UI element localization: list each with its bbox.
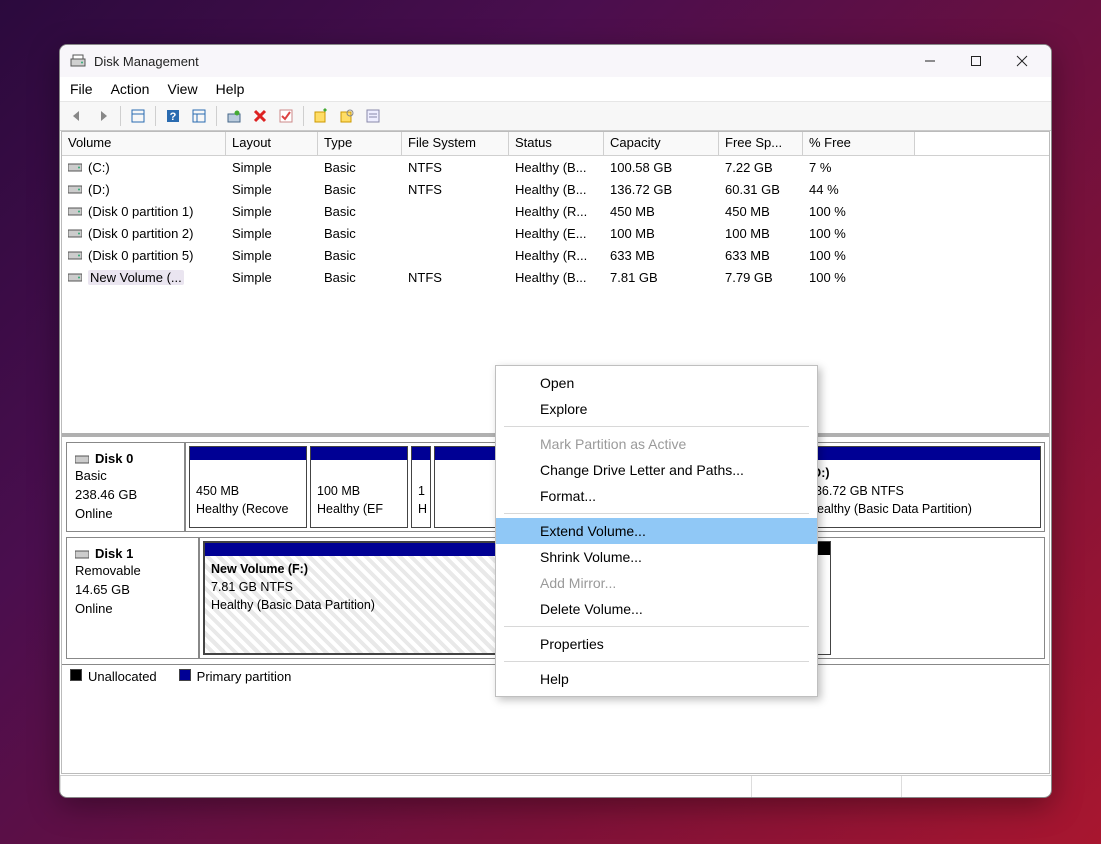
ctx-mark-active: Mark Partition as Active [496, 431, 817, 457]
minimize-button[interactable] [907, 46, 953, 76]
table-row[interactable]: (D:)SimpleBasicNTFSHealthy (B...136.72 G… [62, 178, 1049, 200]
col-capacity[interactable]: Capacity [604, 132, 719, 155]
table-row[interactable]: (Disk 0 partition 2)SimpleBasicHealthy (… [62, 222, 1049, 244]
key-icon[interactable] [336, 105, 358, 127]
col-type[interactable]: Type [318, 132, 402, 155]
close-button[interactable] [999, 46, 1045, 76]
disk0-head[interactable]: Disk 0 Basic 238.46 GB Online [67, 443, 186, 531]
disk0-partition[interactable]: 100 MBHealthy (EF [310, 446, 408, 528]
delete-icon[interactable] [249, 105, 271, 127]
properties-icon[interactable] [362, 105, 384, 127]
disk1-type: Removable [75, 561, 190, 580]
app-icon [70, 53, 86, 69]
context-menu: Open Explore Mark Partition as Active Ch… [495, 365, 818, 697]
col-pctfree[interactable]: % Free [803, 132, 915, 155]
menu-help[interactable]: Help [216, 81, 245, 97]
menubar: File Action View Help [60, 77, 1051, 101]
ctx-extend-volume[interactable]: Extend Volume... [496, 518, 817, 544]
new-icon[interactable] [310, 105, 332, 127]
table-row[interactable]: (C:)SimpleBasicNTFSHealthy (B...100.58 G… [62, 156, 1049, 178]
table-row[interactable]: New Volume (...SimpleBasicNTFSHealthy (B… [62, 266, 1049, 288]
ctx-help[interactable]: Help [496, 666, 817, 692]
col-layout[interactable]: Layout [226, 132, 318, 155]
ctx-format[interactable]: Format... [496, 483, 817, 509]
col-volume[interactable]: Volume [62, 132, 226, 155]
help-icon[interactable]: ? [162, 105, 184, 127]
legend-unallocated: Unallocated [88, 669, 157, 684]
menu-file[interactable]: File [70, 81, 93, 97]
disk-management-window: Disk Management File Action View Help ? … [59, 44, 1052, 798]
window-title: Disk Management [94, 54, 199, 69]
disk1-head[interactable]: Disk 1 Removable 14.65 GB Online [67, 538, 200, 658]
toolbar: ? [60, 101, 1051, 131]
d1p1-size: 7.81 GB NTFS [211, 580, 293, 594]
ctx-delete-volume[interactable]: Delete Volume... [496, 596, 817, 622]
list-icon[interactable] [188, 105, 210, 127]
ctx-explore[interactable]: Explore [496, 396, 817, 422]
volume-grid-header: Volume Layout Type File System Status Ca… [62, 132, 1049, 156]
forward-icon[interactable] [92, 105, 114, 127]
disk0-partition[interactable]: 450 MBHealthy (Recove [189, 446, 307, 528]
disk1-size: 14.65 GB [75, 580, 190, 599]
back-icon[interactable] [66, 105, 88, 127]
legend-primary: Primary partition [197, 669, 292, 684]
disk1-status: Online [75, 599, 190, 618]
disk0-size: 238.46 GB [75, 485, 176, 504]
ctx-properties[interactable]: Properties [496, 631, 817, 657]
disk0-title: Disk 0 [95, 451, 133, 466]
col-filesystem[interactable]: File System [402, 132, 509, 155]
statusbar [60, 775, 1051, 797]
disk1-partition-f[interactable]: New Volume (F:) 7.81 GB NTFS Healthy (Ba… [203, 541, 518, 655]
d1p1-status: Healthy (Basic Data Partition) [211, 598, 375, 612]
col-free[interactable]: Free Sp... [719, 132, 803, 155]
disk0-type: Basic [75, 466, 176, 485]
svg-text:?: ? [170, 111, 177, 123]
ctx-open[interactable]: Open [496, 370, 817, 396]
menu-action[interactable]: Action [111, 81, 150, 97]
disk0-partition[interactable]: 1H [411, 446, 431, 528]
maximize-button[interactable] [953, 46, 999, 76]
disk0-partition-d[interactable]: (D:)136.72 GB NTFSHealthy (Basic Data Pa… [801, 446, 1041, 528]
table-row[interactable]: (Disk 0 partition 1)SimpleBasicHealthy (… [62, 200, 1049, 222]
refresh-icon[interactable] [223, 105, 245, 127]
disk1-title: Disk 1 [95, 546, 133, 561]
show-hide-icon[interactable] [127, 105, 149, 127]
col-status[interactable]: Status [509, 132, 604, 155]
menu-view[interactable]: View [167, 81, 197, 97]
table-row[interactable]: (Disk 0 partition 5)SimpleBasicHealthy (… [62, 244, 1049, 266]
disk0-status: Online [75, 504, 176, 523]
titlebar[interactable]: Disk Management [60, 45, 1051, 77]
ctx-change-drive-letter[interactable]: Change Drive Letter and Paths... [496, 457, 817, 483]
checklist-icon[interactable] [275, 105, 297, 127]
d1p1-title: New Volume (F:) [211, 562, 308, 576]
ctx-shrink-volume[interactable]: Shrink Volume... [496, 544, 817, 570]
ctx-add-mirror: Add Mirror... [496, 570, 817, 596]
